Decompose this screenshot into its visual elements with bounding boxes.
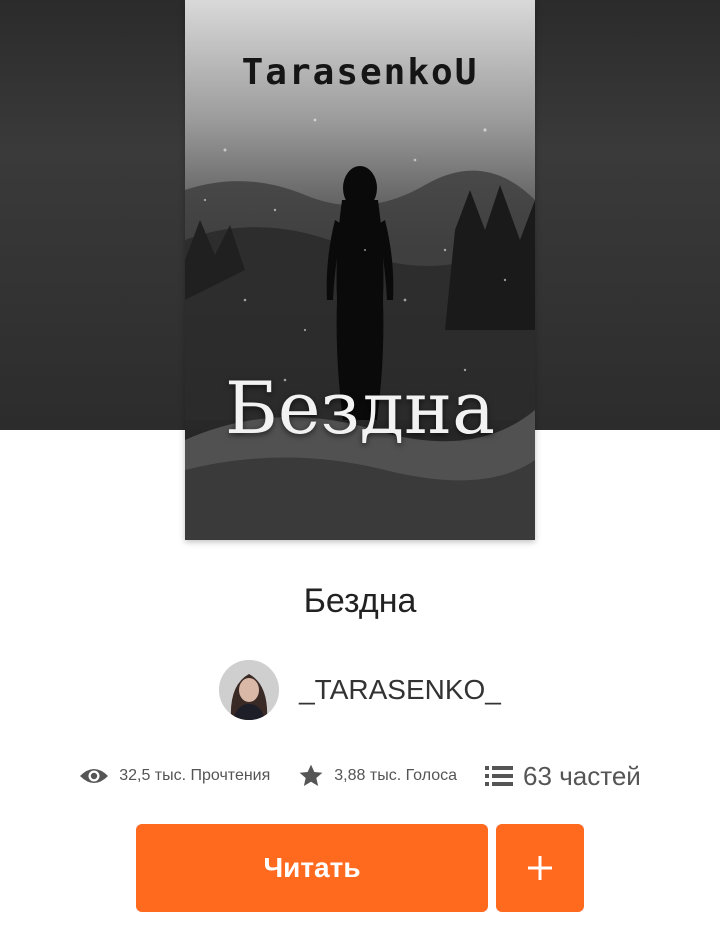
votes-stat: 3,88 тыс. Голоса: [298, 763, 457, 789]
reads-count: 32,5 тыс. Прочтения: [119, 767, 271, 784]
stats-row: 32,5 тыс. Прочтения 3,88 тыс. Голоса 63 …: [0, 756, 720, 796]
cover-title-text: Бездна: [224, 366, 496, 450]
parts-count[interactable]: 63 частей: [523, 761, 641, 792]
parts-stat[interactable]: 63 частей: [485, 761, 641, 792]
eye-icon: [80, 769, 109, 783]
add-to-library-button[interactable]: [496, 824, 584, 912]
read-button[interactable]: Читать: [136, 824, 488, 912]
author-row[interactable]: _TARASENKO_: [0, 660, 720, 720]
votes-count: 3,88 тыс. Голоса: [334, 767, 458, 784]
book-title: Бездна: [303, 582, 417, 620]
avatar[interactable]: [219, 660, 280, 720]
list-icon: [485, 766, 514, 786]
avatar-image: [219, 660, 280, 720]
star-icon: [299, 764, 323, 786]
plus-icon: [528, 856, 552, 880]
cover-author-text: TarasenkoU: [241, 52, 479, 93]
author-name[interactable]: _TARASENKO_: [299, 674, 501, 706]
book-cover[interactable]: TarasenkoU Бездна: [185, 0, 535, 540]
reads-stat: 32,5 тыс. Прочтения: [79, 766, 270, 786]
